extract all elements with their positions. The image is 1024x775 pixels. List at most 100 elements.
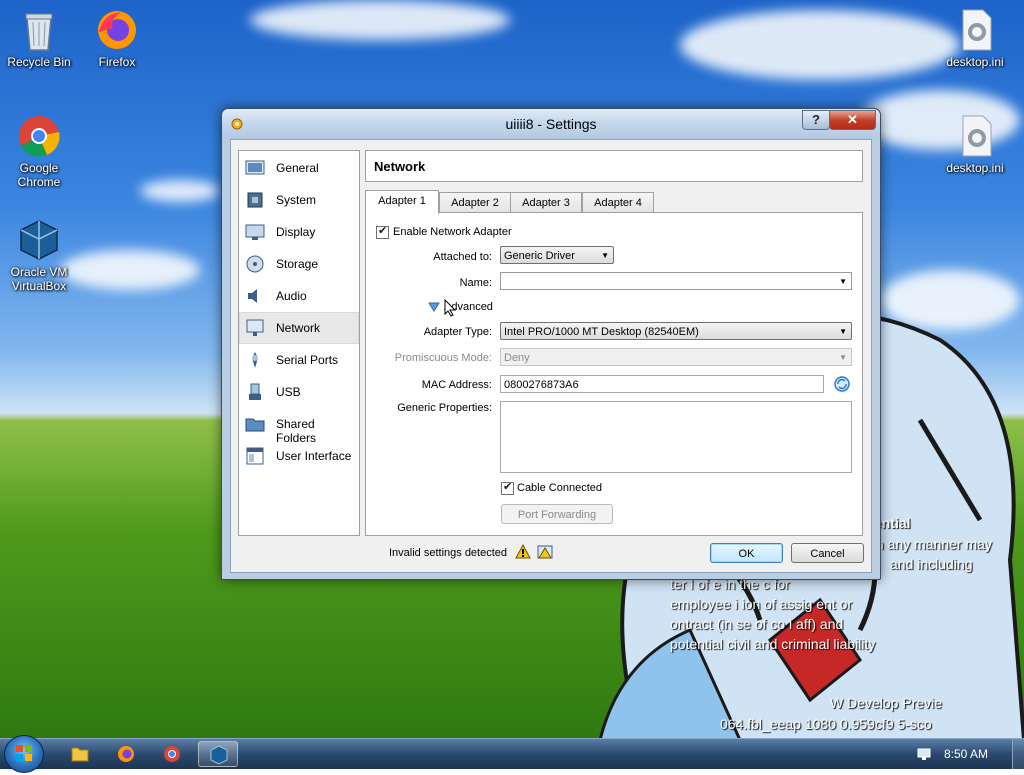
- generic-properties-textarea[interactable]: [500, 401, 852, 473]
- storage-icon: [245, 254, 265, 274]
- watermark-line: and including: [890, 556, 973, 572]
- dropdown-arrow-icon: ▼: [601, 251, 609, 260]
- network-tray-icon[interactable]: [916, 746, 932, 762]
- sidebar-item-general[interactable]: General: [240, 153, 358, 183]
- promiscuous-mode-select: Deny ▼: [500, 348, 852, 366]
- sidebar-item-label: General: [276, 161, 319, 175]
- desktop-icon-virtualbox[interactable]: Oracle VM VirtualBox: [2, 218, 76, 293]
- settings-file-icon: [953, 8, 997, 52]
- sidebar-item-label: System: [276, 193, 317, 207]
- virtualbox-icon: [17, 218, 61, 262]
- watermark-line: n any manner may: [876, 536, 992, 552]
- attached-to-select[interactable]: Generic Driver ▼: [500, 246, 614, 264]
- user-interface-icon: [245, 446, 265, 466]
- chrome-icon: [17, 114, 61, 158]
- cancel-button[interactable]: Cancel: [791, 543, 864, 563]
- name-select[interactable]: ▼: [500, 272, 852, 290]
- invalid-settings-text: Invalid settings detected: [389, 547, 508, 559]
- taskbar-file-explorer[interactable]: [60, 741, 100, 767]
- port-forwarding-button: Port Forwarding: [501, 504, 613, 524]
- taskbar-virtualbox[interactable]: [198, 741, 238, 767]
- refresh-mac-icon[interactable]: [833, 375, 851, 393]
- usb-icon: [245, 382, 265, 402]
- tab-adapter-3[interactable]: Adapter 3: [510, 192, 582, 213]
- mac-address-input[interactable]: 0800276873A6: [500, 375, 824, 393]
- sidebar-item-label: Audio: [276, 289, 307, 303]
- sidebar-item-label: USB: [276, 385, 301, 399]
- display-icon: [245, 222, 265, 242]
- network-icon: [245, 318, 265, 338]
- desktop-icon-firefox[interactable]: Firefox: [80, 8, 154, 69]
- sidebar-item-label: Storage: [276, 257, 319, 271]
- cable-connected-checkbox[interactable]: ✔: [501, 481, 514, 495]
- sidebar-item-storage[interactable]: Storage: [240, 249, 358, 279]
- firefox-icon: [118, 746, 134, 762]
- cloud: [60, 250, 200, 290]
- sidebar-item-user-interface[interactable]: User Interface: [240, 441, 358, 471]
- sidebar-item-system[interactable]: System: [240, 185, 358, 215]
- generic-properties-label: Generic Properties:: [397, 402, 492, 414]
- sidebar-item-shared-folders[interactable]: Shared Folders: [240, 409, 358, 445]
- watermark-line: 064.fbl_eeap 1080 0.959cf9 5-sco: [720, 716, 932, 732]
- cloud: [140, 180, 220, 202]
- checkmark-icon: ✔: [503, 481, 513, 493]
- desktop-icon-desktop-ini[interactable]: desktop.ini: [938, 114, 1012, 175]
- warning-icon[interactable]: [515, 543, 531, 560]
- adapter-panel: ✔ Enable Network Adapter Attached to: Ge…: [365, 212, 863, 536]
- sidebar-item-label: Display: [276, 225, 316, 239]
- virtualbox-icon: [210, 745, 228, 765]
- watermark-line: W Develop Previe: [830, 695, 943, 711]
- watermark-line: ontract (in se of co l aff) and: [670, 616, 844, 632]
- enable-adapter-label: Enable Network Adapter: [393, 226, 512, 238]
- help-button[interactable]: ?: [802, 110, 830, 130]
- show-desktop-button[interactable]: [1012, 739, 1024, 769]
- name-label: Name:: [459, 277, 492, 289]
- desktop-icon-label: Recycle Bin: [7, 55, 71, 69]
- sidebar-item-network[interactable]: Network: [239, 312, 359, 344]
- close-button[interactable]: ✕: [829, 110, 876, 130]
- taskbar-chrome[interactable]: [152, 741, 192, 767]
- audio-icon: [245, 286, 265, 306]
- general-icon: [245, 158, 265, 178]
- dropdown-arrow-icon: ▼: [839, 277, 847, 286]
- sidebar-item-label: User Interface: [276, 449, 352, 463]
- expand-advanced-icon[interactable]: [428, 301, 440, 312]
- cable-connected-label: Cable Connected: [517, 482, 603, 494]
- taskbar-firefox[interactable]: [106, 741, 146, 767]
- tab-adapter-4[interactable]: Adapter 4: [582, 192, 654, 213]
- tab-adapter-1[interactable]: Adapter 1: [365, 190, 439, 214]
- promiscuous-mode-value: Deny: [504, 352, 530, 364]
- sidebar-item-usb[interactable]: USB: [240, 377, 358, 407]
- watermark-line: employee i ion of assig ent or: [670, 596, 853, 612]
- desktop-icon-label: desktop.ini: [946, 161, 1004, 175]
- start-button[interactable]: [4, 735, 44, 773]
- desktop-icon-recycle-bin[interactable]: Recycle Bin: [2, 8, 76, 69]
- attached-to-value: Generic Driver: [504, 250, 575, 262]
- desktop-icon-desktop-ini[interactable]: desktop.ini: [938, 8, 1012, 69]
- sidebar-item-serial-ports[interactable]: Serial Ports: [240, 345, 358, 375]
- watermark-line: potential civil and criminal liability: [670, 636, 876, 652]
- dropdown-arrow-icon: ▼: [839, 327, 847, 336]
- enable-adapter-checkbox[interactable]: ✔: [376, 225, 389, 239]
- chrome-icon: [164, 746, 180, 762]
- attached-to-label: Attached to:: [433, 251, 492, 263]
- sidebar-item-audio[interactable]: Audio: [240, 281, 358, 311]
- taskbar-clock[interactable]: 8:50 AM: [944, 747, 988, 761]
- desktop-icon-label: desktop.ini: [946, 55, 1004, 69]
- cloud: [680, 10, 960, 80]
- sidebar-item-label: Serial Ports: [276, 353, 339, 367]
- section-title: Network: [374, 159, 426, 174]
- title-bar[interactable]: uiiii8 - Settings ? ✕: [222, 109, 880, 139]
- adapter-type-select[interactable]: Intel PRO/1000 MT Desktop (82540EM) ▼: [500, 322, 852, 340]
- desktop-icon-google-chrome[interactable]: Google Chrome: [2, 114, 76, 189]
- desktop-icon-label: Oracle VM VirtualBox: [10, 265, 68, 293]
- system-icon: [245, 190, 265, 210]
- tab-adapter-2[interactable]: Adapter 2: [439, 192, 511, 213]
- warning-icon[interactable]: [537, 544, 553, 560]
- adapter-type-label: Adapter Type:: [423, 326, 492, 338]
- sidebar-item-display[interactable]: Display: [240, 217, 358, 247]
- taskbar: 8:50 AM: [0, 735, 1024, 773]
- ok-button[interactable]: OK: [710, 543, 783, 563]
- serial-ports-icon: [245, 350, 265, 370]
- desktop-icon-label: Google Chrome: [17, 161, 61, 189]
